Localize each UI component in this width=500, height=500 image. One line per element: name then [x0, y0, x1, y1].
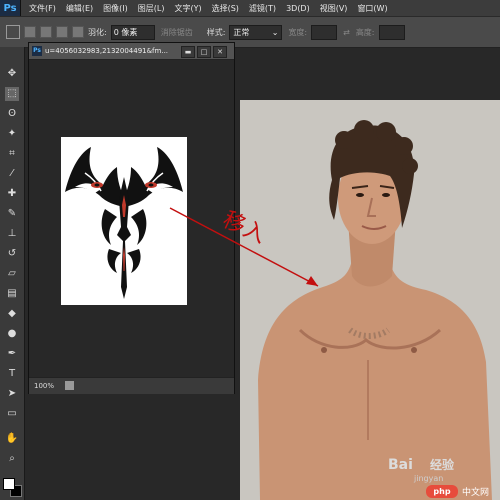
php-badge: php [426, 485, 458, 498]
annotation-arrow-layer [169, 207, 319, 287]
watermark-brand: 经验 [430, 458, 455, 472]
watermark: Bai 经验 jingyan php 中文网 [388, 452, 500, 500]
baidu-logo: Bai [388, 457, 413, 473]
watermark-sub: jingyan [414, 474, 444, 483]
watermark-site: 中文网 [462, 488, 490, 498]
